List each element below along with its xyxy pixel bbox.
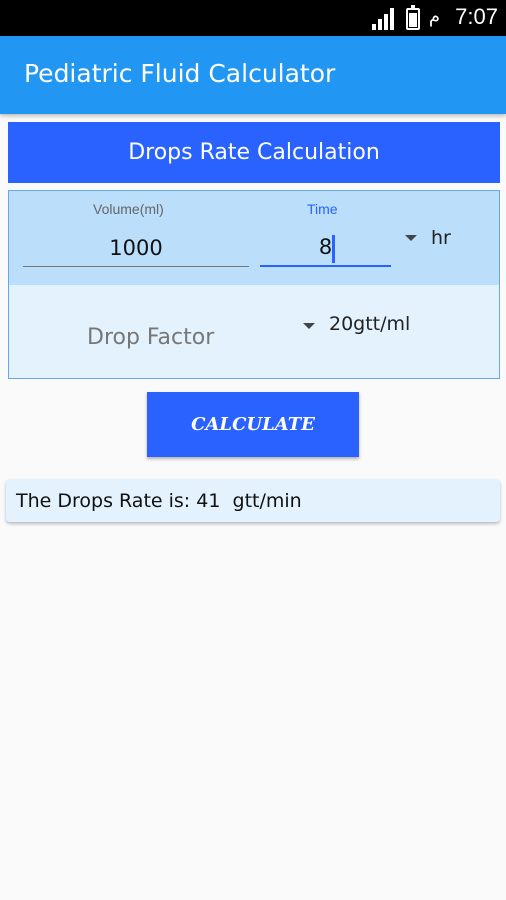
carrier-indicator: م [428,6,440,27]
result-card: The Drops Rate is: 41 gtt/min [6,479,500,522]
time-label: Time [307,201,338,217]
status-clock: 7:07 [455,4,498,29]
time-unit-dropdown-arrow-icon[interactable] [405,235,417,241]
time-input[interactable] [260,229,391,267]
drop-factor-label: Drop Factor [87,325,215,350]
volume-time-row: Volume(ml) Time hr [9,191,499,285]
drop-factor-spinner[interactable]: 20gtt/ml [329,313,410,335]
time-unit-spinner[interactable]: hr [431,227,451,249]
result-text: The Drops Rate is: 41 gtt/min [16,490,302,512]
calculate-button[interactable]: CALCULATE [147,392,359,457]
app-title: Pediatric Fluid Calculator [24,59,336,88]
text-cursor [332,235,335,263]
volume-label: Volume(ml) [93,201,164,217]
signal-icon [372,8,398,30]
app-bar: Pediatric Fluid Calculator [0,36,506,114]
drop-factor-dropdown-arrow-icon[interactable] [303,323,315,329]
drop-factor-row: Drop Factor 20gtt/ml [9,285,499,378]
status-bar: م 7:07 [0,0,506,36]
battery-icon [406,5,420,30]
input-form: Volume(ml) Time hr Drop Factor 20gtt/ml [8,190,500,379]
section-header: Drops Rate Calculation [8,122,500,183]
volume-input[interactable] [23,229,249,267]
